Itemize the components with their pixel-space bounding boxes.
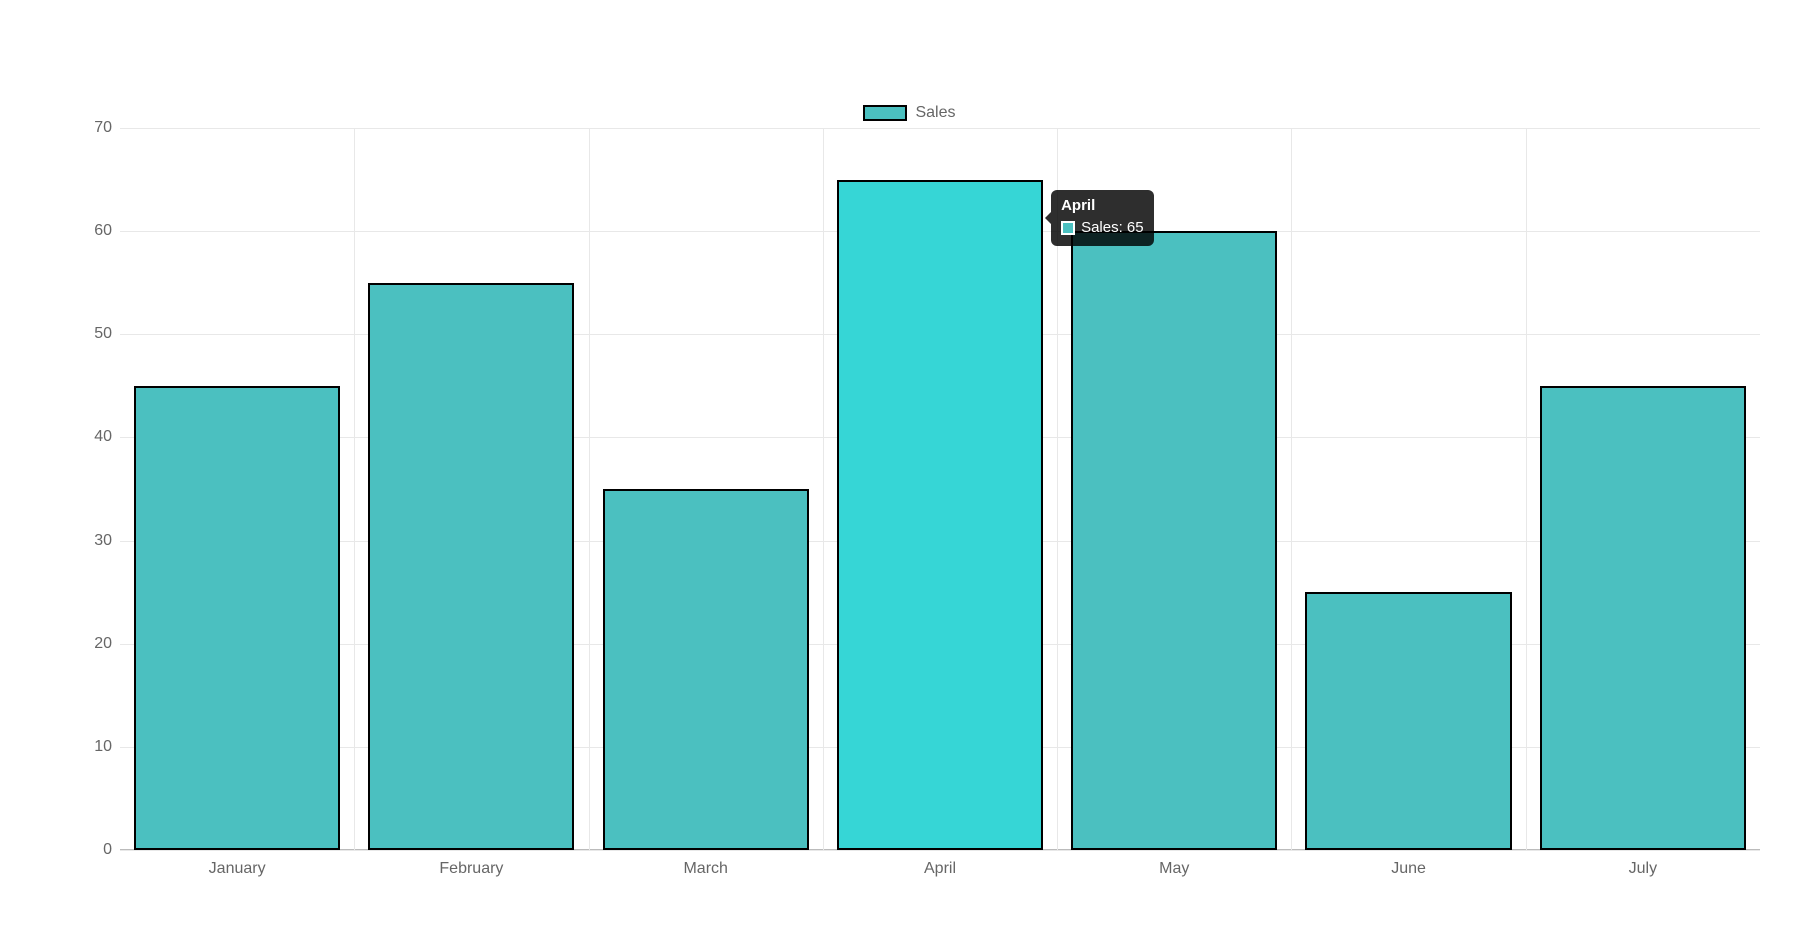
y-tick-label: 0 [80,841,112,859]
bar-february[interactable] [368,283,574,850]
x-tick-label: May [1159,860,1189,878]
gridline-horizontal [120,128,1760,129]
y-tick-label: 30 [80,532,112,550]
y-tick-label: 60 [80,222,112,240]
gridline-vertical [1291,128,1292,850]
gridline-vertical [1526,128,1527,850]
tooltip-series-label: Sales: 65 [1081,218,1144,238]
x-tick-label: June [1391,860,1426,878]
legend-item-sales[interactable]: Sales [863,104,955,122]
tooltip-title: April [1061,196,1144,216]
y-tick-label: 70 [80,119,112,137]
tooltip-row: Sales: 65 [1061,218,1144,238]
chart-legend: Sales [0,104,1819,126]
tooltip-swatch-icon [1061,221,1075,235]
y-tick-label: 40 [80,428,112,446]
bar-april[interactable] [837,180,1043,850]
bar-may[interactable] [1071,231,1277,850]
bar-january[interactable] [134,386,340,850]
x-tick-label: July [1629,860,1657,878]
x-tick-label: January [209,860,266,878]
bar-june[interactable] [1305,592,1511,850]
chart-tooltip: AprilSales: 65 [1051,190,1154,247]
bar-march[interactable] [603,489,809,850]
legend-swatch-icon [863,105,907,121]
plot-area: 010203040506070JanuaryFebruaryMarchApril… [120,128,1760,850]
y-tick-label: 50 [80,325,112,343]
gridline-vertical [589,128,590,850]
bar-july[interactable] [1540,386,1746,850]
x-tick-label: March [683,860,727,878]
y-tick-label: 10 [80,738,112,756]
y-tick-label: 20 [80,635,112,653]
x-tick-label: April [924,860,956,878]
bar-chart: Sales 010203040506070JanuaryFebruaryMarc… [0,0,1819,931]
legend-label: Sales [915,104,955,122]
gridline-vertical [354,128,355,850]
x-tick-label: February [439,860,503,878]
gridline-horizontal [120,850,1760,851]
gridline-vertical [823,128,824,850]
